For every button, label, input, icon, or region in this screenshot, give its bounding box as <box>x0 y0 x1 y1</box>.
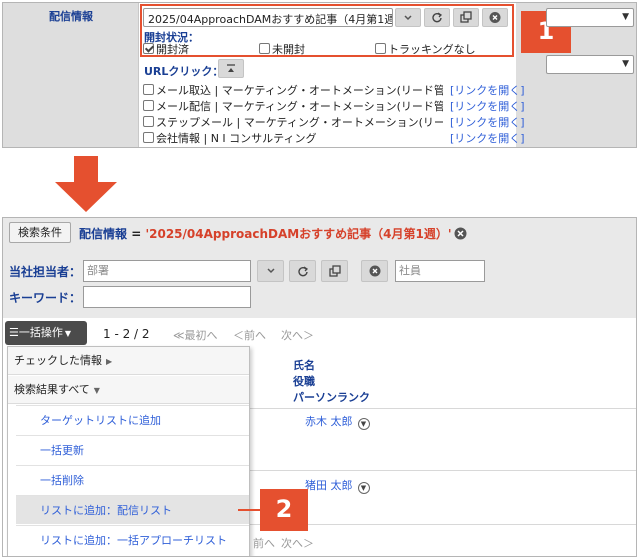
condition-equals: = <box>131 227 142 241</box>
option-no-tracking[interactable]: トラッキングなし <box>375 41 476 57</box>
chevron-down-icon: ▼ <box>622 59 629 69</box>
chevron-down-circle-icon[interactable]: ▼ <box>357 482 370 494</box>
menu-group-checked[interactable]: チェックした情報 ▶ <box>8 347 249 375</box>
url-row-4[interactable]: 会社情報 | N I コンサルティング <box>143 130 443 146</box>
keyword-input[interactable] <box>83 286 251 308</box>
side-select-1[interactable]: ▼ <box>546 8 634 27</box>
checkbox-icon[interactable] <box>143 100 154 111</box>
collapse-button[interactable] <box>218 59 244 78</box>
result-toolbar <box>3 318 636 348</box>
search-result-panel: 検索条件 配信情報 = '2025/04ApproachDAMおすすめ記事（4月… <box>2 217 637 557</box>
checkbox-icon[interactable] <box>143 132 154 143</box>
staff-label: 当社担当者： <box>9 265 82 279</box>
dept-copy-button[interactable] <box>321 260 348 282</box>
menu-item-bulk-update[interactable]: 一括更新 <box>16 435 249 464</box>
open-link-1[interactable]: [リンクを開く] <box>450 82 525 98</box>
col-title: 役職 <box>293 375 315 388</box>
pager-first[interactable]: ≪最初へ <box>173 327 218 343</box>
person-name[interactable]: 猪田 太郎 <box>305 479 353 492</box>
col-rank: パーソンランク <box>293 391 370 404</box>
row-divider <box>248 470 636 471</box>
person-row-1[interactable]: 赤木 太郎 ▼ <box>305 413 370 430</box>
url-row-2[interactable]: メール配信 | マーケティング・オートメーション(リード管理・見… <box>143 98 443 114</box>
chevron-down-circle-icon[interactable]: ▼ <box>357 418 370 430</box>
distribution-filter-panel: 配信情報 2025/04ApproachDAMおすすめ記事（4月第1週） 開封状… <box>2 2 637 148</box>
employee-input[interactable]: 社員 <box>395 260 485 282</box>
label-column: 配信情報 <box>3 3 139 147</box>
refresh-icon <box>297 266 308 277</box>
remove-condition-icon[interactable] <box>454 227 467 240</box>
distribution-info-label: 配信情報 <box>49 10 93 23</box>
menu-item-bulk-delete[interactable]: 一括削除 <box>16 465 249 494</box>
bulk-action-button[interactable]: ☰一括操作 ▼ <box>5 321 87 345</box>
checkbox-icon[interactable] <box>143 84 154 95</box>
option-opened[interactable]: 開封済 <box>143 41 189 57</box>
person-name[interactable]: 赤木 太郎 <box>305 415 353 428</box>
pager-range: 1 - 2 / 2 <box>103 327 150 341</box>
footer-pager-next[interactable]: 次へ＞ <box>281 535 314 551</box>
url-row-1[interactable]: メール取込 | マーケティング・オートメーション(リード管理・見… <box>143 82 443 98</box>
close-circle-icon <box>369 265 380 277</box>
menu-item-add-distribution-list[interactable]: リストに追加：配信リスト <box>16 495 249 524</box>
checkbox-icon[interactable] <box>259 43 270 54</box>
search-condition-button[interactable]: 検索条件 <box>9 222 71 243</box>
caret-right-icon: ▶ <box>106 357 113 366</box>
dept-reset-button[interactable] <box>289 260 316 282</box>
person-row-2[interactable]: 猪田 太郎 ▼ <box>305 477 370 494</box>
caret-down-icon: ▼ <box>64 329 72 338</box>
checkbox-checked-icon[interactable] <box>143 43 154 54</box>
side-select-2[interactable]: ▼ <box>546 55 634 74</box>
url-row-3[interactable]: ステップメール | マーケティング・オートメーション(リード管理… <box>143 114 443 130</box>
down-arrow-icon <box>55 156 117 212</box>
open-link-4[interactable]: [リンクを開く] <box>450 130 525 146</box>
collapse-icon <box>227 64 235 72</box>
callout-connector-2 <box>238 509 260 511</box>
menu-item-add-target-list[interactable]: ターゲットリストに追加 <box>16 405 249 434</box>
condition-label: 配信情報 <box>79 227 128 241</box>
pager-prev[interactable]: ＜前へ <box>233 327 266 343</box>
keyword-label: キーワード： <box>9 291 82 305</box>
caret-down-icon: ▼ <box>93 386 100 395</box>
condition-summary: 配信情報 = '2025/04ApproachDAMおすすめ記事（4月第1週）' <box>79 225 452 242</box>
bulk-action-menu: チェックした情報 ▶ 検索結果すべて ▼ ターゲットリストに追加 一括更新 一括削除… <box>7 346 250 556</box>
row-divider <box>248 408 636 409</box>
menu-item-add-approach-list[interactable]: リストに追加：一括アプローチリスト <box>16 525 249 554</box>
chevron-down-icon: ▼ <box>622 12 629 22</box>
callout-badge-2: 2 <box>260 489 308 531</box>
dept-clear-button[interactable] <box>361 260 388 282</box>
col-name: 氏名 <box>293 359 315 372</box>
checkbox-icon[interactable] <box>143 116 154 127</box>
open-link-3[interactable]: [リンクを開く] <box>450 114 525 130</box>
copy-icon <box>328 265 341 277</box>
menu-group-all-results[interactable]: 検索結果すべて ▼ <box>8 376 249 404</box>
chevron-down-icon <box>266 268 275 274</box>
dept-dropdown-button[interactable] <box>257 260 284 282</box>
checkbox-icon[interactable] <box>375 43 386 54</box>
open-link-2[interactable]: [リンクを開く] <box>450 98 525 114</box>
footer-pager-prev[interactable]: 前へ <box>253 535 275 551</box>
column-header: 氏名 役職 パーソンランク <box>293 358 370 406</box>
department-input[interactable]: 部署 <box>83 260 251 282</box>
pager-next[interactable]: 次へ＞ <box>281 327 314 343</box>
condition-value: '2025/04ApproachDAMおすすめ記事（4月第1週）' <box>145 227 452 241</box>
list-icon: ☰ <box>9 326 19 339</box>
url-click-label: URLクリック： <box>144 65 224 78</box>
option-unopened[interactable]: 未開封 <box>259 41 305 57</box>
